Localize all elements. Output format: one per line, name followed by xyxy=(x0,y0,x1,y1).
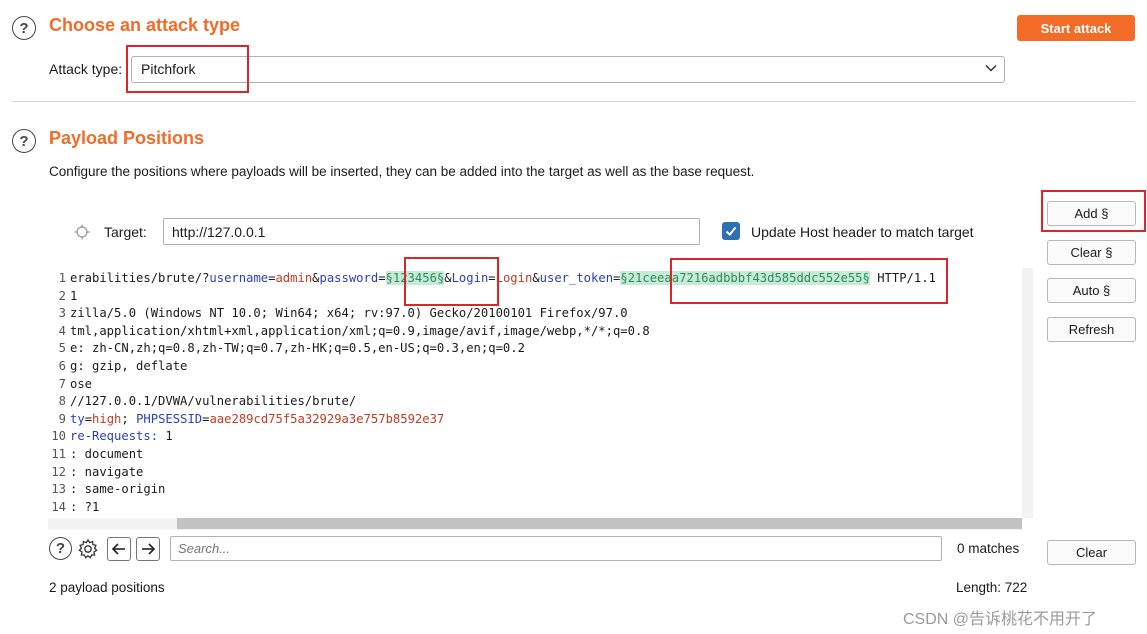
payload-token-highlight xyxy=(670,258,948,304)
target-value: http://127.0.0.1 xyxy=(172,224,266,240)
line-number: 11 xyxy=(51,447,66,461)
line-number: 12 xyxy=(51,464,66,479)
checkbox-checked-icon xyxy=(725,226,737,236)
request-editor[interactable]: 1 erabilities/brute/?username=admin&passw… xyxy=(48,268,1022,516)
request-token: 1 xyxy=(158,429,173,444)
line-number: 10 xyxy=(51,429,66,444)
vertical-scrollbar[interactable] xyxy=(1022,268,1033,518)
watermark: CSDN @告诉桃花不用开了 xyxy=(903,611,1098,628)
line-number: 5 xyxy=(58,341,66,356)
request-token: g: gzip, deflate xyxy=(70,359,188,373)
line-number: 7 xyxy=(58,376,66,391)
gear-icon[interactable] xyxy=(76,537,100,561)
request-line: 4 tml,application/xhtml+xml,application/x… xyxy=(48,323,650,341)
request-token: username xyxy=(209,271,269,285)
request-token: admin xyxy=(275,271,313,285)
request-token: : ?1 xyxy=(70,499,100,514)
request-line: 14 : ?1 xyxy=(48,499,99,516)
horizontal-scrollbar[interactable] xyxy=(48,518,1022,530)
request-token: zilla/5.0 (Windows NT 10.0; Win64; x64; … xyxy=(70,306,628,321)
payload-password-highlight xyxy=(404,257,499,306)
search-input[interactable] xyxy=(170,536,942,561)
request-line: 8 //127.0.0.1/DVWA/vulnerabilities/brute/ xyxy=(48,393,357,411)
attack-type-title: Choose an attack type xyxy=(49,15,241,35)
request-token: & xyxy=(312,271,320,285)
request-token: Login xyxy=(495,271,533,285)
attack-type-label: Attack type: xyxy=(49,61,123,77)
refresh-button[interactable]: Refresh xyxy=(1047,317,1136,342)
request-token: tml,application/xhtml+xml,application/xm… xyxy=(70,323,650,338)
request-line: 12 : navigate xyxy=(48,464,143,482)
request-token: ; xyxy=(121,411,137,426)
attack-type-select[interactable]: Pitchfork xyxy=(131,56,1005,83)
request-token: aae289cd75f5a32929a3e757b8592e37 xyxy=(209,411,445,426)
request-token: = xyxy=(84,411,93,426)
request-line: 13 : same-origin xyxy=(48,481,165,499)
request-line: 10 re-Requests: 1 xyxy=(48,428,173,446)
request-token: high xyxy=(92,411,122,426)
request-token: erabilities/brute/? xyxy=(70,271,210,285)
search-match-count: 0 matches xyxy=(957,541,1020,556)
request-token: : navigate xyxy=(70,464,144,479)
line-number: 3 xyxy=(58,306,66,321)
request-token: //127.0.0.1/DVWA/vulnerabilities/brute/ xyxy=(70,394,357,409)
line-number: 6 xyxy=(58,359,66,373)
request-line: 7 ose xyxy=(48,376,92,394)
help-icon[interactable]: ? xyxy=(12,16,36,40)
update-host-label: Update Host header to match target xyxy=(751,224,974,240)
section-divider xyxy=(12,101,1135,102)
payload-positions-title: Payload Positions xyxy=(49,128,205,148)
request-line: 11 : document xyxy=(48,446,143,464)
target-input[interactable]: http://127.0.0.1 xyxy=(163,218,700,245)
request-token: : same-origin xyxy=(70,482,166,497)
line-number: 13 xyxy=(51,482,66,497)
add-payload-marker-button[interactable]: Add § xyxy=(1047,201,1136,226)
payload-positions-description: Configure the positions where payloads w… xyxy=(49,164,755,179)
target-label: Target: xyxy=(104,224,147,240)
attack-type-highlight xyxy=(126,45,249,93)
request-token: : document xyxy=(70,447,144,461)
request-token: & xyxy=(532,271,540,285)
line-number: 8 xyxy=(58,394,66,409)
request-line: 5 e: zh-CN,zh;q=0.8,zh-TW;q=0.7,zh-HK;q=0… xyxy=(48,340,525,358)
auto-payload-markers-button[interactable]: Auto § xyxy=(1047,278,1136,303)
request-token: PHPSESSID xyxy=(136,411,203,426)
line-number: 4 xyxy=(58,323,66,338)
request-token: = xyxy=(378,271,386,285)
line-number: 1 xyxy=(58,271,66,285)
horizontal-scrollbar-thumb[interactable] xyxy=(177,518,1022,529)
crosshair-icon xyxy=(74,224,90,243)
update-host-checkbox[interactable] xyxy=(722,222,740,240)
request-line: 6 g: gzip, deflate xyxy=(48,358,188,376)
request-token: re-Requests: xyxy=(70,429,159,444)
line-number: 9 xyxy=(58,411,66,426)
request-token: e: zh-CN,zh;q=0.8,zh-TW;q=0.7,zh-HK;q=0.… xyxy=(70,341,525,356)
request-token: password xyxy=(319,271,379,285)
chevron-down-icon xyxy=(984,61,998,78)
request-line: 3 zilla/5.0 (Windows NT 10.0; Win64; x64;… xyxy=(48,305,628,323)
request-token: user_token xyxy=(539,271,614,285)
arrow-left-icon[interactable] xyxy=(107,537,131,561)
request-token: ty xyxy=(70,411,85,426)
start-attack-button[interactable]: Start attack xyxy=(1017,15,1135,41)
vertical-scrollbar-thumb[interactable] xyxy=(1023,268,1032,486)
request-length: Length: 722 xyxy=(956,580,1028,595)
clear-payload-markers-button[interactable]: Clear § xyxy=(1047,240,1136,265)
request-line: 21 xyxy=(48,288,78,306)
clear-search-button[interactable]: Clear xyxy=(1047,540,1136,565)
help-icon[interactable]: ? xyxy=(49,537,72,560)
help-icon[interactable]: ? xyxy=(12,129,36,153)
request-line: 9 ty=high; PHPSESSID=aae289cd75f5a32929a3… xyxy=(48,411,445,429)
line-number: 2 xyxy=(58,288,66,303)
request-token: 1 xyxy=(70,288,78,303)
request-token: ose xyxy=(70,376,93,391)
payload-position-count: 2 payload positions xyxy=(49,580,165,595)
line-number: 14 xyxy=(51,499,66,514)
arrow-right-icon[interactable] xyxy=(136,537,160,561)
